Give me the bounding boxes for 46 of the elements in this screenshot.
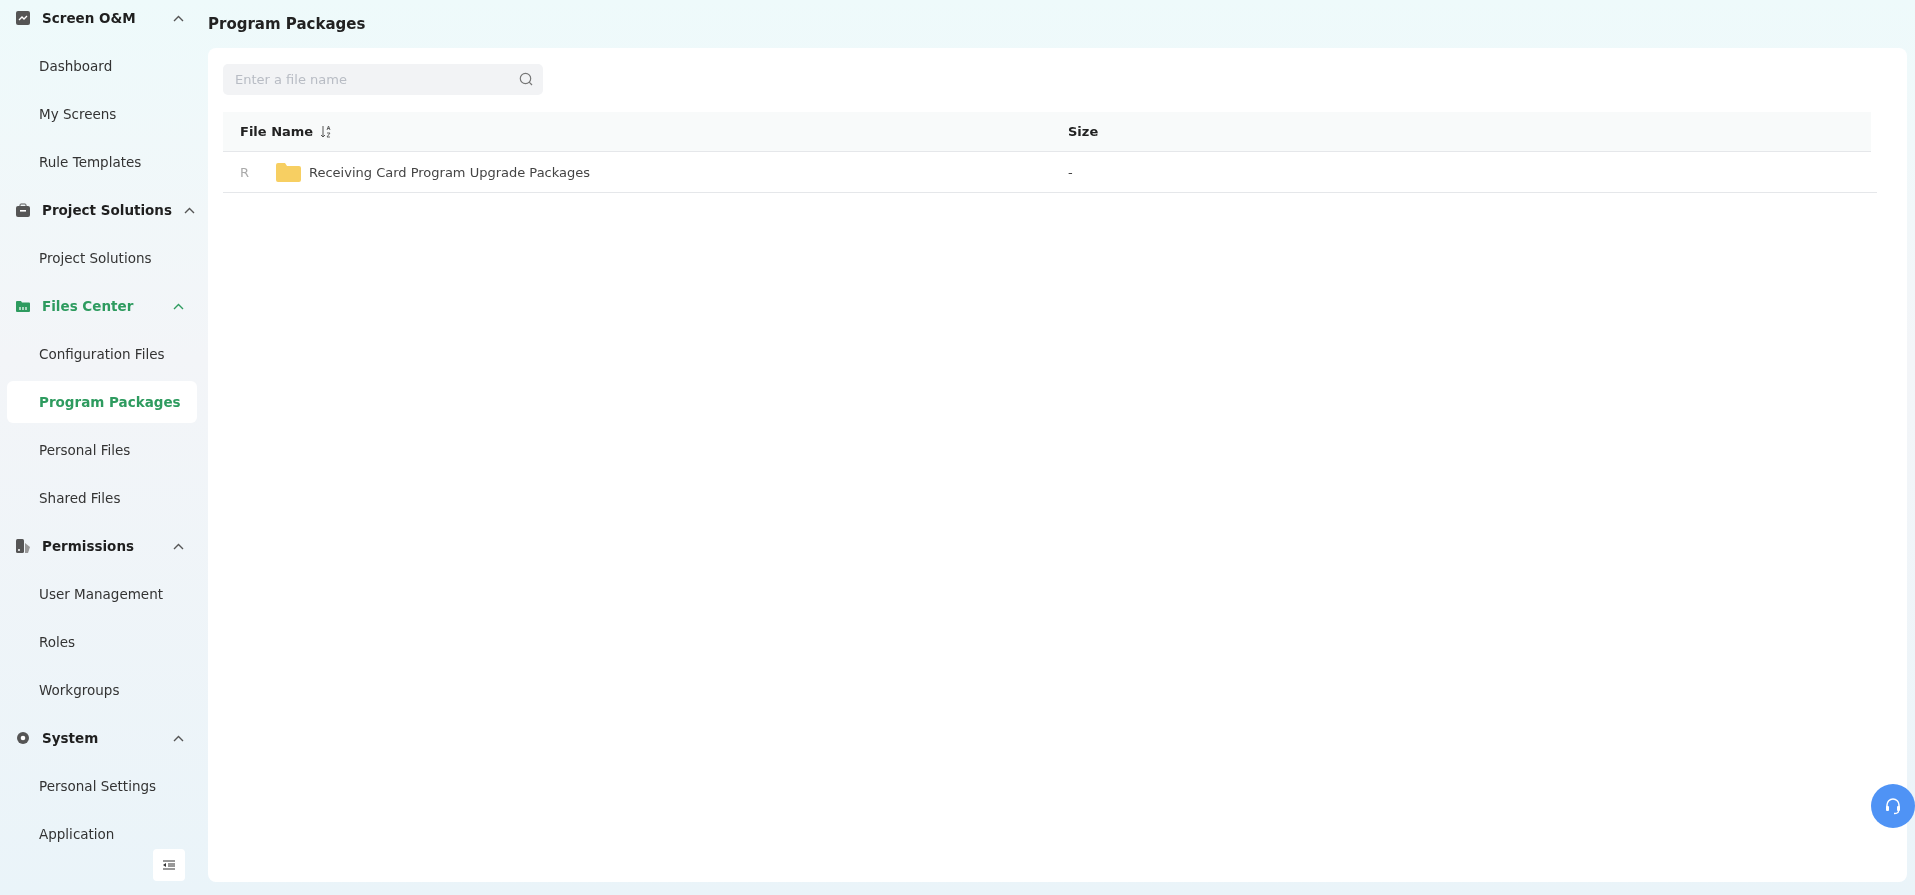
sidebar-item[interactable]: Application (7, 813, 197, 855)
sidebar-item[interactable]: Personal Settings (7, 765, 197, 807)
sidebar-item[interactable]: User Management (7, 573, 197, 615)
sidebar-section[interactable]: Permissions (0, 522, 200, 570)
folder-icon (276, 162, 301, 182)
page-title: Program Packages (208, 14, 367, 35)
section-label: Files Center (42, 298, 135, 314)
sidebar-item[interactable]: Configuration Files (7, 333, 197, 375)
headset-icon (1884, 797, 1902, 815)
sidebar-item[interactable]: Roles (7, 621, 197, 663)
column-header: Size (1068, 124, 1099, 139)
sort-icon[interactable] (321, 125, 333, 138)
sidebar-item[interactable]: Shared Files (7, 477, 197, 519)
chevron-icon (184, 206, 195, 214)
section-label: System (42, 730, 100, 746)
section-label: Permissions (42, 538, 136, 554)
sidebar-item[interactable]: Personal Files (7, 429, 197, 471)
chart-icon (16, 11, 30, 25)
chevron-icon (173, 302, 184, 310)
chevron-icon (173, 542, 184, 550)
file-name[interactable]: Receiving Card Program Upgrade Packages (309, 164, 591, 180)
sidebar-item[interactable]: Program Packages (7, 381, 197, 423)
row-marker: R (240, 164, 251, 180)
section-label: Screen O&M (42, 10, 137, 26)
column-header: File Name (240, 124, 314, 139)
gear-icon (16, 731, 30, 745)
permissions-icon (16, 539, 30, 553)
chevron-icon (173, 14, 184, 22)
collapse-sidebar-button[interactable] (153, 849, 185, 881)
sidebar-item[interactable]: Dashboard (7, 45, 197, 87)
sidebar-item[interactable]: Workgroups (7, 669, 197, 711)
sidebar-section[interactable]: System (0, 714, 200, 762)
briefcase-icon (16, 203, 30, 217)
support-button[interactable] (1871, 784, 1915, 828)
folder-icon (16, 300, 30, 312)
search-icon (519, 72, 533, 86)
sidebar-item[interactable]: Project Solutions (7, 237, 197, 279)
search-field[interactable]: Enter a file name (223, 64, 543, 95)
sidebar-item[interactable]: Rule Templates (7, 141, 197, 183)
sidebar-item[interactable]: My Screens (7, 93, 197, 135)
sidebar-section[interactable]: Project Solutions (0, 186, 200, 234)
sidebar-section[interactable]: Screen O&M (0, 0, 200, 42)
indent-icon (163, 860, 175, 870)
file-size: - (1068, 164, 1073, 180)
chevron-icon (173, 734, 184, 742)
section-label: Project Solutions (42, 202, 172, 218)
